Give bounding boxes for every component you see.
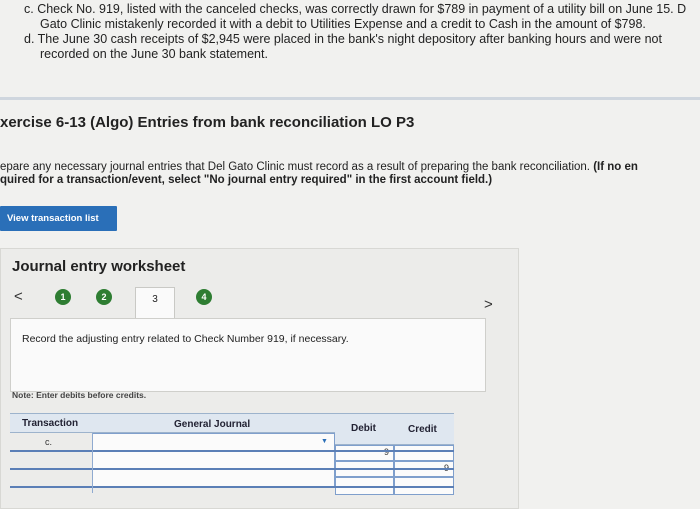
prev-step-button[interactable]: < [14, 288, 23, 305]
debits-credits-note: Note: Enter debits before credits. [12, 390, 147, 400]
row-1-debit-value: 9 [383, 447, 389, 457]
column-transaction-label: Transaction [22, 418, 79, 429]
instruction-text: epare any necessary journal entries that… [0, 161, 590, 173]
instruction-bold-2: quired for a transaction/event, select "… [0, 174, 493, 186]
instruction-bold-1: (If no en [593, 161, 638, 173]
item-c-line1: c. Check No. 919, listed with the cancel… [24, 2, 687, 16]
row-1-credit-input[interactable] [394, 445, 454, 461]
column-credit-label: Credit [408, 424, 437, 435]
column-transaction: Transaction [10, 413, 92, 433]
view-transaction-list-button[interactable]: View transaction list [0, 206, 117, 231]
exercise-instructions: epare any necessary journal entries that… [0, 161, 638, 187]
row-divider [10, 468, 454, 470]
next-step-button[interactable]: > [484, 296, 493, 313]
chevron-down-icon[interactable]: ▼ [321, 438, 328, 445]
row-divider [10, 486, 454, 488]
row-1-account-select[interactable] [92, 433, 335, 451]
row-2-account-select[interactable] [92, 451, 335, 469]
worksheet-title: Journal entry worksheet [12, 258, 186, 275]
row-divider [10, 450, 454, 452]
column-debit: Debit [335, 413, 394, 445]
item-d-line1: d. The June 30 cash receipts of $2,945 w… [24, 32, 662, 46]
item-c-line2: Gato Clinic mistakenly recorded it with … [40, 17, 646, 31]
column-divider [92, 433, 93, 493]
column-debit-label: Debit [351, 423, 376, 434]
column-credit: Credit [394, 413, 454, 445]
exercise-title: xercise 6-13 (Algo) Entries from bank re… [0, 114, 415, 131]
step-2-tab[interactable]: 2 [96, 289, 112, 305]
column-general-journal-label: General Journal [174, 419, 251, 430]
problem-text: c. Check No. 919, listed with the cancel… [24, 2, 700, 62]
row-1-debit-input[interactable]: 9 [335, 445, 394, 461]
entry-prompt-box [10, 318, 486, 392]
entry-prompt: Record the adjusting entry related to Ch… [22, 333, 349, 345]
step-1-tab[interactable]: 1 [55, 289, 71, 305]
step-4-tab[interactable]: 4 [196, 289, 212, 305]
row-1-transaction: c. [45, 437, 53, 447]
row-3-account-select[interactable] [92, 469, 335, 487]
section-divider [0, 97, 700, 100]
step-3-tab-active[interactable]: 3 [135, 287, 175, 318]
column-general-journal: General Journal [92, 413, 335, 433]
item-d-line2: recorded on the June 30 bank statement. [40, 47, 268, 61]
